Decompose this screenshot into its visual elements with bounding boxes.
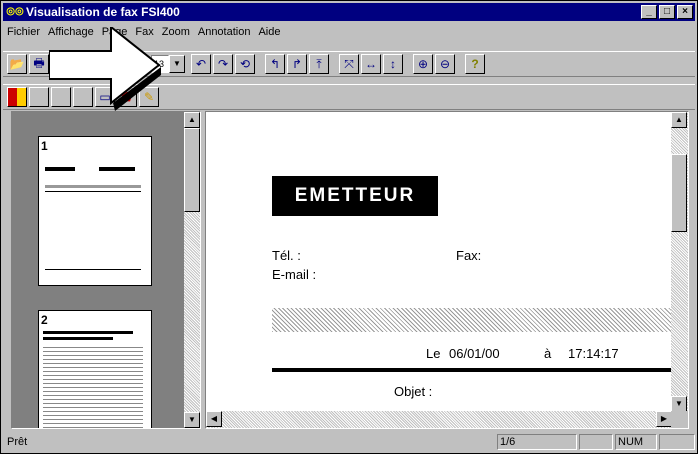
highlight-icon[interactable]: [51, 87, 71, 107]
fit-width-icon[interactable]: ↔: [361, 54, 381, 74]
zoom-out-icon[interactable]: ⊖: [435, 54, 455, 74]
divider: [272, 368, 672, 372]
subject-label: Objet :: [394, 384, 433, 399]
thumbnail-page-number: 2: [41, 313, 48, 327]
rotate-right-icon[interactable]: ↷: [213, 54, 233, 74]
zoom-in-icon[interactable]: ⊕: [413, 54, 433, 74]
maximize-button[interactable]: □: [659, 5, 675, 19]
thumbnail-page-1[interactable]: 1: [38, 136, 152, 286]
zoom-select[interactable]: 13 ▼: [151, 55, 185, 73]
rotate-left-icon[interactable]: ↶: [191, 54, 211, 74]
fit-height-icon[interactable]: ↕: [383, 54, 403, 74]
app-icon: ◎◎: [6, 6, 24, 17]
title-bar[interactable]: ◎◎ Visualisation de fax FSI400 _ □ ×: [3, 3, 695, 21]
minimize-button[interactable]: _: [641, 5, 657, 19]
doc-scroll-left-button[interactable]: ◀: [206, 411, 222, 427]
doc-scroll-up-button[interactable]: ▲: [671, 112, 687, 128]
fax-time: 17:14:17: [568, 346, 619, 361]
window-title: Visualisation de fax FSI400: [26, 5, 180, 19]
status-num: NUM: [615, 434, 657, 450]
menu-fichier[interactable]: Fichier: [7, 26, 40, 38]
status-page: 1/6: [497, 434, 577, 450]
fax-date: 06/01/00: [449, 346, 500, 361]
scroll-up-button[interactable]: ▲: [184, 112, 200, 128]
app-window: ◎◎ Visualisation de fax FSI400 _ □ × Fic…: [0, 0, 698, 454]
select-icon[interactable]: [29, 87, 49, 107]
fax-page: EMETTEUR Tél. : Fax: E-mail : Le 06/01/0…: [206, 112, 672, 412]
document-hscrollbar[interactable]: ◀ ▶: [206, 411, 672, 428]
doc-scroll-down-button[interactable]: ▼: [671, 396, 687, 412]
stamp-icon[interactable]: ⬟: [117, 87, 137, 107]
annotation-toolbar: ▭ ⬟ ✎: [3, 84, 695, 110]
page-next-icon[interactable]: [81, 54, 101, 74]
menu-bar: Fichier Affichage Page Fax Zoom Annotati…: [3, 22, 695, 41]
fit-page-icon[interactable]: ⤧: [339, 54, 359, 74]
menu-fax[interactable]: Fax: [135, 26, 153, 38]
color-icon[interactable]: [7, 87, 27, 107]
redo-icon[interactable]: ↱: [287, 54, 307, 74]
rectangle-icon[interactable]: ▭: [95, 87, 115, 107]
sender-header: EMETTEUR: [272, 176, 438, 216]
thumbnail-page-number: 1: [41, 139, 48, 153]
thumbnail-pane[interactable]: 1 2 ▲ ▼: [11, 111, 201, 429]
menu-affichage[interactable]: Affichage: [48, 26, 94, 38]
pencil-icon[interactable]: ✎: [139, 87, 159, 107]
undo-icon[interactable]: ↰: [265, 54, 285, 74]
fax-label: Fax:: [456, 248, 482, 263]
page-first-icon[interactable]: [103, 54, 123, 74]
doc-scroll-right-button[interactable]: ▶: [656, 411, 672, 427]
time-prefix: à: [544, 346, 552, 361]
thumbnail-scrollbar[interactable]: ▲ ▼: [184, 112, 200, 428]
status-message: Prêt: [7, 436, 28, 448]
note-icon[interactable]: [73, 87, 93, 107]
scroll-thumb[interactable]: [184, 128, 200, 212]
grid-icon[interactable]: ╬: [125, 54, 145, 74]
page-prev-icon[interactable]: [59, 54, 79, 74]
print-icon[interactable]: 🖶: [29, 54, 49, 74]
email-label: E-mail :: [272, 267, 317, 282]
tel-label: Tél. :: [272, 248, 301, 263]
open-icon[interactable]: 📂: [7, 54, 27, 74]
date-prefix: Le: [426, 346, 441, 361]
thumbnail-page-2[interactable]: 2: [38, 310, 152, 428]
status-bar: Prêt 1/6 NUM: [3, 432, 695, 452]
scroll-down-button[interactable]: ▼: [184, 412, 200, 428]
chevron-down-icon[interactable]: ▼: [169, 55, 185, 73]
doc-vscroll-thumb[interactable]: [671, 154, 687, 232]
help-icon[interactable]: ?: [465, 54, 485, 74]
zoom-value: 13: [151, 55, 169, 73]
document-vscrollbar[interactable]: ▲ ▼: [671, 112, 688, 412]
menu-zoom[interactable]: Zoom: [162, 26, 190, 38]
flip-icon[interactable]: ⤒: [309, 54, 329, 74]
close-button[interactable]: ×: [677, 5, 693, 19]
hatched-band: [272, 308, 672, 332]
rotate-180-icon[interactable]: ⟲: [235, 54, 255, 74]
main-toolbar: 📂 🖶 ╬ 13 ▼ ↶ ↷ ⟲ ↰ ↱ ⤒ ⤧ ↔ ↕ ⊕ ⊖ ?: [3, 51, 695, 77]
menu-aide[interactable]: Aide: [258, 26, 280, 38]
menu-annotation[interactable]: Annotation: [198, 26, 251, 38]
menu-page[interactable]: Page: [102, 26, 128, 38]
document-pane[interactable]: EMETTEUR Tél. : Fax: E-mail : Le 06/01/0…: [205, 111, 689, 429]
